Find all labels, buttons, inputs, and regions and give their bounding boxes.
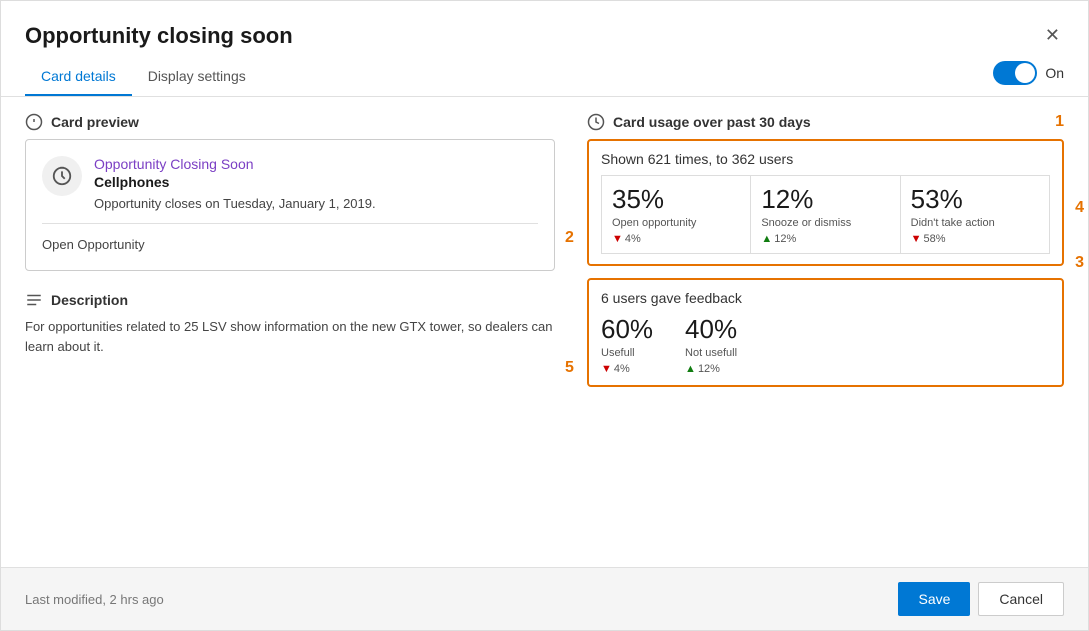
card-preview-label: Card preview	[25, 113, 555, 131]
tab-card-details[interactable]: Card details	[25, 58, 132, 96]
description-section: Description For opportunities related to…	[25, 291, 555, 356]
toggle-switch[interactable]	[993, 61, 1037, 85]
close-button[interactable]: ✕	[1041, 21, 1064, 50]
shown-text: Shown 621 times, to 362 users	[601, 151, 1050, 167]
stats-box: Shown 621 times, to 362 users 35% Open o…	[587, 139, 1064, 266]
stat-desc-no-action: Didn't take action	[911, 217, 1039, 229]
card-body-text: Opportunity closes on Tuesday, January 1…	[94, 196, 538, 211]
stat-cell-no-action: 53% Didn't take action ▼ 58%	[900, 175, 1050, 254]
annotation-5: 5	[565, 359, 574, 377]
tabs: Card details Display settings	[25, 58, 262, 96]
arrow-down-icon-3: ▼	[601, 363, 612, 375]
card-preview: Opportunity Closing Soon Cellphones Oppo…	[25, 139, 555, 271]
stat-pct-snooze: 12%	[761, 184, 889, 215]
feedback-box: 6 users gave feedback 60% Usefull ▼ 4%	[587, 278, 1064, 387]
feedback-change-useful: ▼ 4%	[601, 363, 653, 375]
left-panel: Card preview Opportunity Closing Soon	[25, 113, 555, 551]
annotation-4: 4	[1075, 199, 1084, 217]
stat-cell-snooze: 12% Snooze or dismiss ▲ 12%	[750, 175, 899, 254]
feedback-desc-useful: Usefull	[601, 347, 653, 359]
usage-icon	[587, 113, 605, 131]
feedback-desc-not-useful: Not usefull	[685, 347, 737, 359]
card-title-link: Opportunity Closing Soon	[94, 156, 538, 172]
dialog-body: Card preview Opportunity Closing Soon	[1, 97, 1088, 567]
feedback-row: 60% Usefull ▼ 4% 40% Not usefull	[601, 314, 1050, 375]
description-text: For opportunities related to 25 LSV show…	[25, 317, 555, 356]
arrow-up-icon: ▲	[761, 233, 772, 245]
feedback-cell-useful: 60% Usefull ▼ 4%	[601, 314, 653, 375]
cancel-button[interactable]: Cancel	[978, 582, 1064, 616]
dialog-footer: Last modified, 2 hrs ago Save Cancel	[1, 567, 1088, 630]
description-label: Description	[25, 291, 555, 309]
toggle-label: On	[1045, 65, 1064, 81]
feedback-change-not-useful: ▲ 12%	[685, 363, 737, 375]
card-content: Opportunity Closing Soon Cellphones Oppo…	[94, 156, 538, 211]
dialog-title: Opportunity closing soon	[25, 23, 293, 49]
right-panel: Card usage over past 30 days 1 2 4 Shown…	[587, 113, 1064, 551]
card-subtitle: Cellphones	[94, 174, 538, 190]
card-preview-section: Card preview Opportunity Closing Soon	[25, 113, 555, 271]
dialog: Opportunity closing soon ✕ Card details …	[0, 0, 1089, 631]
feedback-header: 6 users gave feedback	[601, 290, 1050, 306]
feedback-cell-not-useful: 40% Not usefull ▲ 12%	[685, 314, 737, 375]
preview-icon	[25, 113, 43, 131]
feedback-pct-not-useful: 40%	[685, 314, 737, 345]
annotation-1: 1	[1055, 113, 1064, 131]
stats-row: 35% Open opportunity ▼ 4% 12% Snooze or …	[601, 175, 1050, 254]
tabs-row: Card details Display settings On	[1, 58, 1088, 97]
stat-cell-open: 35% Open opportunity ▼ 4%	[601, 175, 750, 254]
stat-change-no-action: ▼ 58%	[911, 233, 1039, 245]
card-icon-wrap	[42, 156, 82, 196]
stat-change-snooze: ▲ 12%	[761, 233, 889, 245]
stat-change-open: ▼ 4%	[612, 233, 740, 245]
tab-display-settings[interactable]: Display settings	[132, 58, 262, 96]
card-timer-icon	[51, 165, 73, 187]
stat-desc-open: Open opportunity	[612, 217, 740, 229]
card-action-button[interactable]: Open Opportunity	[42, 237, 145, 252]
annotation-2: 2	[565, 229, 574, 247]
toggle-knob	[1015, 63, 1035, 83]
footer-modified: Last modified, 2 hrs ago	[25, 592, 164, 607]
card-action: Open Opportunity	[42, 223, 538, 254]
dialog-header: Opportunity closing soon ✕	[1, 1, 1088, 50]
save-button[interactable]: Save	[898, 582, 970, 616]
toggle-area: On	[993, 61, 1064, 93]
arrow-up-icon-2: ▲	[685, 363, 696, 375]
stat-pct-no-action: 53%	[911, 184, 1039, 215]
annotation-3: 3	[1075, 254, 1084, 277]
card-inner: Opportunity Closing Soon Cellphones Oppo…	[42, 156, 538, 211]
feedback-pct-useful: 60%	[601, 314, 653, 345]
description-icon	[25, 291, 43, 309]
usage-header: Card usage over past 30 days 1	[587, 113, 1064, 131]
footer-buttons: Save Cancel	[898, 582, 1064, 616]
stat-desc-snooze: Snooze or dismiss	[761, 217, 889, 229]
stat-pct-open: 35%	[612, 184, 740, 215]
arrow-down-icon-2: ▼	[911, 233, 922, 245]
arrow-down-icon: ▼	[612, 233, 623, 245]
